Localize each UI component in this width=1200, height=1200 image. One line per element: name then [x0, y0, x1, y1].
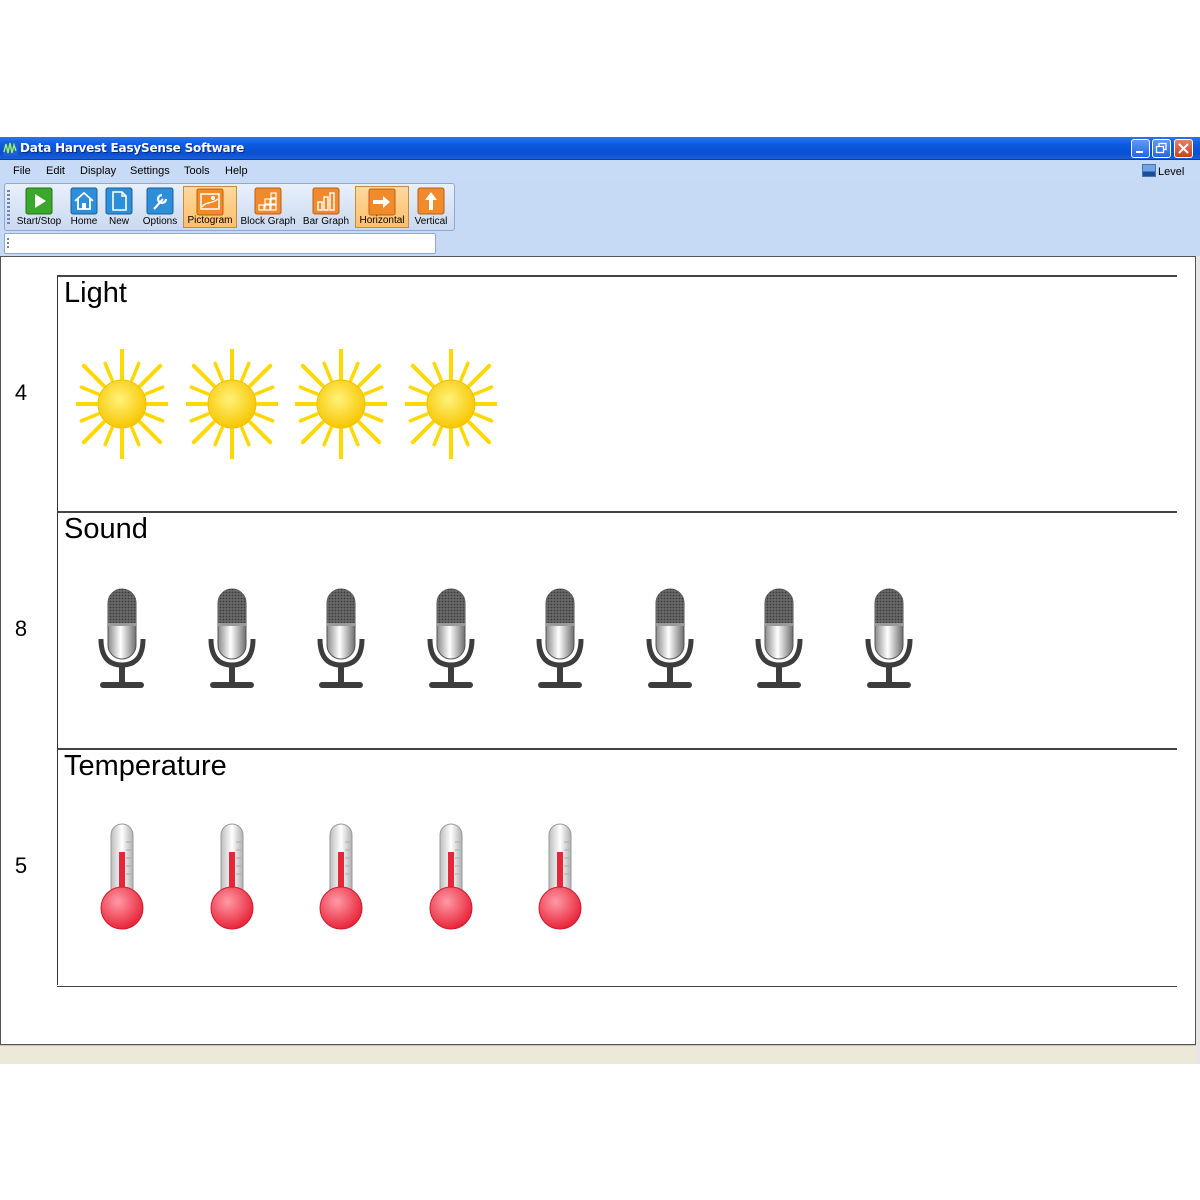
arrow-right-icon [368, 188, 396, 216]
level-button[interactable]: Level [1142, 164, 1184, 178]
row-title: Sound [64, 513, 148, 545]
sun-icon [404, 349, 497, 459]
sun-icon [185, 349, 278, 459]
vertical-button[interactable]: Vertical [411, 186, 451, 228]
pictogram-icon [196, 188, 224, 216]
microphone-icon [865, 588, 912, 688]
microphone-icon [755, 588, 803, 688]
window-title: Data Harvest EasySense Software [20, 141, 245, 155]
pictogram-row-sound: Sound 8 [15, 511, 1177, 748]
pictogram-row-temperature: Temperature 5 [15, 748, 1177, 985]
app-logo-icon [3, 141, 18, 156]
title-bar[interactable]: Data Harvest EasySense Software [0, 137, 1200, 160]
bar-graph-icon [312, 187, 340, 215]
restore-icon [1155, 142, 1167, 154]
wrench-icon [146, 187, 174, 215]
microphone-icon [208, 588, 255, 688]
thermometer-icon [538, 823, 582, 930]
play-icon [25, 187, 53, 215]
microphone-icon [646, 588, 693, 688]
pictogram-row-light: Light 4 [15, 275, 1177, 512]
address-bar[interactable] [4, 233, 436, 254]
arrow-up-icon [417, 187, 445, 215]
sun-icon [76, 349, 168, 459]
microphone-icon [536, 588, 584, 688]
home-icon [70, 187, 98, 215]
level-icon [1142, 164, 1156, 177]
restore-button[interactable] [1152, 139, 1171, 158]
block-graph-button[interactable]: Block Graph [240, 186, 296, 228]
horizontal-button[interactable]: Horizontal [355, 186, 409, 228]
menu-edit[interactable]: Edit [46, 165, 65, 177]
address-bar-grip[interactable] [7, 238, 9, 250]
microphone-icon [427, 588, 474, 688]
new-page-icon [105, 187, 133, 215]
thermometer-icon [319, 823, 363, 930]
thermometer-icon [100, 823, 144, 930]
close-icon [1178, 143, 1189, 154]
row-title: Temperature [64, 750, 227, 782]
minimize-button[interactable] [1131, 139, 1150, 158]
close-button[interactable] [1174, 139, 1193, 158]
microphone-icon [98, 588, 146, 688]
row-value: 5 [14, 853, 28, 878]
toolbar: Start/Stop Home New Options Pictogram Bl… [4, 183, 455, 231]
microphone-icon [317, 588, 365, 688]
options-button[interactable]: Options [139, 186, 181, 228]
block-graph-icon [254, 187, 282, 215]
status-bar [0, 1045, 1196, 1064]
row-value: 8 [14, 616, 28, 641]
window-edge [1196, 256, 1200, 1064]
menu-tools[interactable]: Tools [184, 165, 210, 177]
row-title: Light [64, 277, 127, 309]
menu-file[interactable]: File [13, 165, 31, 177]
pictogram-bottom-border [57, 986, 1177, 987]
pictogram-button[interactable]: Pictogram [183, 186, 237, 228]
menu-display[interactable]: Display [80, 165, 116, 177]
thermometer-icon [210, 823, 253, 930]
minimize-icon [1136, 151, 1143, 153]
start-stop-button[interactable]: Start/Stop [13, 186, 65, 228]
row-value: 4 [14, 380, 28, 405]
sun-icon [295, 349, 387, 459]
menu-help[interactable]: Help [225, 165, 248, 177]
home-button[interactable]: Home [67, 186, 101, 228]
menu-bar: File Edit Display Settings Tools Help Le… [0, 161, 1200, 181]
new-button[interactable]: New [103, 186, 135, 228]
toolbar-grip[interactable] [7, 190, 10, 226]
menu-settings[interactable]: Settings [130, 165, 170, 177]
thermometer-icon [429, 823, 472, 930]
bar-graph-button[interactable]: Bar Graph [301, 186, 351, 228]
level-label: Level [1158, 166, 1185, 178]
